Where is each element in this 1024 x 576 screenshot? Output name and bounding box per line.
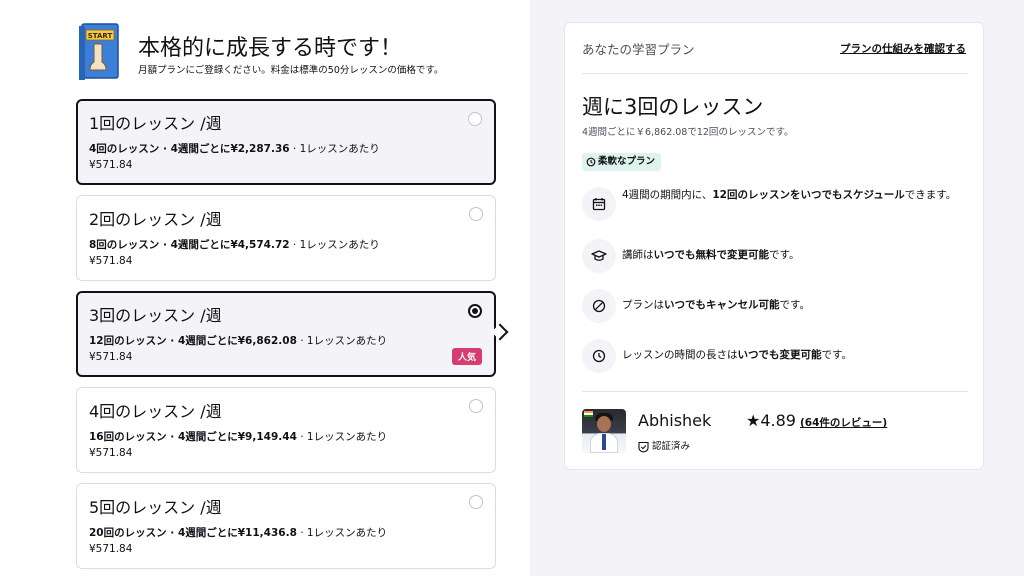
plan-radio-selected[interactable] bbox=[468, 304, 482, 318]
flexible-plan-badge: 柔軟なプラン bbox=[582, 153, 662, 171]
plan-option-3[interactable]: 3回のレッスン /週 12回のレッスン · 4週間ごとに¥6,862.08 · … bbox=[76, 291, 496, 377]
india-flag-icon bbox=[584, 411, 593, 417]
calendar-icon bbox=[592, 198, 606, 211]
tutor-rating: ★4.89 bbox=[746, 411, 796, 430]
plan-detail: 16回のレッスン · 4週間ごとに¥9,149.44 · 1レッスンあたり bbox=[89, 431, 388, 443]
divider bbox=[582, 73, 968, 74]
plan-detail: 12回のレッスン · 4週間ごとに¥6,862.08 · 1レッスンあたり bbox=[89, 335, 388, 347]
plan-option-4[interactable]: 4回のレッスン /週 16回のレッスン · 4週間ごとに¥9,149.44 · … bbox=[76, 387, 496, 473]
plan-title: 3回のレッスン /週 bbox=[89, 306, 222, 325]
selected-plan-name: 週に3回のレッスン bbox=[582, 95, 764, 119]
feature-text: 4週間の期間内に、12回のレッスンをいつでもスケジュールできます。 bbox=[622, 189, 957, 201]
book-start-icon: START bbox=[79, 23, 119, 80]
plan-price: ¥571.84 bbox=[89, 159, 133, 171]
plan-price: ¥571.84 bbox=[89, 351, 133, 363]
popular-badge: 人気 bbox=[451, 348, 482, 365]
feature-text: プランはいつでもキャンセル可能です。 bbox=[622, 299, 810, 311]
selected-plan-summary: 4週間ごとに￥6,862.08で12回のレッスンです。 bbox=[582, 127, 794, 138]
book-label: START bbox=[88, 32, 113, 40]
tutor-name[interactable]: Abhishek bbox=[638, 411, 711, 430]
panel-heading: あなたの学習プラン bbox=[582, 42, 695, 57]
page-header: START 本格的に成長する時です！ 月額プランにご登録ください。料金は標準の5… bbox=[76, 22, 516, 84]
plan-option-5[interactable]: 5回のレッスン /週 20回のレッスン · 4週間ごとに¥11,436.8 · … bbox=[76, 483, 496, 569]
plan-detail: 8回のレッスン · 4週間ごとに¥4,574.72 · 1レッスンあたり bbox=[89, 239, 380, 251]
plan-price: ¥571.84 bbox=[89, 543, 133, 555]
plan-detail: 20回のレッスン · 4週間ごとに¥11,436.8 · 1レッスンあたり bbox=[89, 527, 388, 539]
plan-radio[interactable] bbox=[469, 207, 483, 221]
plan-price: ¥571.84 bbox=[89, 447, 133, 459]
plan-price: ¥571.84 bbox=[89, 255, 133, 267]
feature-tutor-change: 講師はいつでも無料で変更可能です。 bbox=[582, 239, 968, 273]
flexible-plan-icon bbox=[586, 157, 596, 166]
plan-radio[interactable] bbox=[469, 495, 483, 509]
plan-option-1[interactable]: 1回のレッスン /週 4回のレッスン · 4週間ごとに¥2,287.36 · 1… bbox=[76, 99, 496, 185]
feature-text: 講師はいつでも無料で変更可能です。 bbox=[622, 249, 800, 261]
verified-status: 認証済み bbox=[638, 438, 690, 453]
learning-plan-panel: あなたの学習プラン プランの仕組みを確認する 週に3回のレッスン 4週間ごとに￥… bbox=[564, 22, 984, 470]
page-title: 本格的に成長する時です！ bbox=[138, 36, 403, 61]
graduation-cap-icon bbox=[591, 250, 607, 261]
feature-duration: レッスンの時間の長さはいつでも変更可能です。 bbox=[582, 339, 968, 373]
verified-shield-icon bbox=[638, 441, 649, 453]
tutor-reviews-link[interactable]: (64件のレビュー) bbox=[800, 415, 887, 430]
plan-radio[interactable] bbox=[468, 112, 482, 126]
plan-title: 4回のレッスン /週 bbox=[89, 402, 222, 421]
feature-cancel: プランはいつでもキャンセル可能です。 bbox=[582, 289, 968, 323]
plan-title: 1回のレッスン /週 bbox=[89, 114, 222, 133]
how-it-works-link[interactable]: プランの仕組みを確認する bbox=[840, 41, 966, 56]
plan-title: 5回のレッスン /週 bbox=[89, 498, 222, 517]
divider bbox=[582, 391, 968, 392]
plan-radio[interactable] bbox=[469, 399, 483, 413]
tutor-avatar[interactable] bbox=[582, 409, 626, 453]
cancel-icon bbox=[592, 299, 606, 313]
plan-option-2[interactable]: 2回のレッスン /週 8回のレッスン · 4週間ごとに¥4,574.72 · 1… bbox=[76, 195, 496, 281]
feature-text: レッスンの時間の長さはいつでも変更可能です。 bbox=[622, 349, 852, 361]
plan-detail: 4回のレッスン · 4週間ごとに¥2,287.36 · 1レッスンあたり bbox=[89, 143, 380, 155]
plan-title: 2回のレッスン /週 bbox=[89, 210, 222, 229]
page-subtitle: 月額プランにご登録ください。料金は標準の50分レッスンの価格です。 bbox=[138, 65, 444, 76]
tutor-card: Abhishek ★4.89 (64件のレビュー) 認証済み bbox=[582, 409, 968, 455]
clock-icon bbox=[592, 349, 606, 363]
feature-schedule: 4週間の期間内に、12回のレッスンをいつでもスケジュールできます。 bbox=[582, 187, 968, 221]
